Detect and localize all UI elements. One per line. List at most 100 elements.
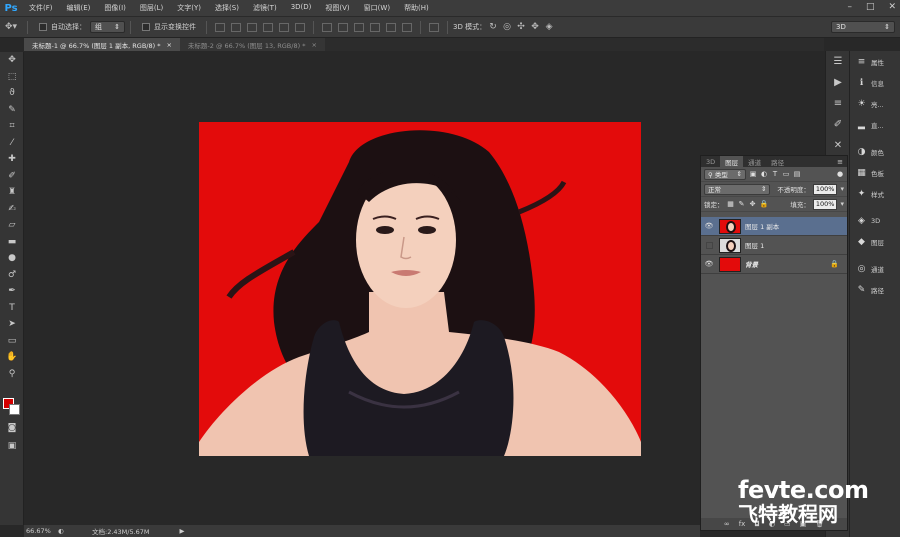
panel-dock-item[interactable]: ✦ 样式 (850, 183, 900, 204)
menu-item[interactable]: 视图(V) (318, 3, 356, 13)
3d-scale-icon[interactable]: ◈ (542, 21, 556, 33)
align-top-icon[interactable] (215, 22, 225, 32)
link-layers-icon[interactable]: ∞ (724, 520, 730, 528)
opacity-input[interactable]: 100% (812, 183, 838, 195)
dodge-tool-icon[interactable]: ♂ (0, 267, 24, 284)
lock-transparent-icon[interactable]: ▦ (727, 200, 735, 208)
distribute-top-icon[interactable] (322, 22, 332, 32)
visibility-eye-icon[interactable]: 👁 (701, 260, 717, 268)
maximize-icon[interactable]: □ (866, 2, 875, 12)
auto-align-icon[interactable] (429, 22, 439, 32)
fill-dropdown-icon[interactable]: ▾ (840, 200, 844, 208)
layer-row[interactable]: 👁 图层 1 副本 (701, 217, 847, 236)
close-icon[interactable]: ✕ (888, 2, 896, 12)
clone-stamp-tool-icon[interactable]: ♜ (0, 184, 24, 201)
3d-slide-icon[interactable]: ✥ (528, 21, 542, 33)
panel-dock-item[interactable]: ℹ 信息 (850, 72, 900, 93)
panel-dock-item[interactable]: ≡ 属性 (850, 51, 900, 72)
menu-item[interactable]: 文件(F) (22, 3, 60, 13)
distribute-vcenter-icon[interactable] (338, 22, 348, 32)
tab-3d[interactable]: 3D (701, 156, 720, 167)
lock-position-icon[interactable]: ✥ (749, 200, 757, 208)
distribute-hcenter-icon[interactable] (386, 22, 396, 32)
menu-item[interactable]: 帮助(H) (397, 3, 436, 13)
status-menu-arrow-icon[interactable]: ▶ (180, 527, 185, 535)
filter-type-dropdown[interactable]: ⚲ 类型 ⇕ (704, 168, 746, 180)
close-tab-icon[interactable]: × (311, 41, 316, 49)
shape-tool-icon[interactable]: ▭ (0, 333, 24, 350)
distribute-bottom-icon[interactable] (354, 22, 364, 32)
blur-tool-icon[interactable]: ● (0, 250, 24, 267)
quick-mask-icon[interactable]: ◙ (0, 420, 24, 437)
panel-dock-item[interactable]: ◆ 图层 (850, 231, 900, 252)
menu-item[interactable]: 滤镜(T) (246, 3, 284, 13)
pen-tool-icon[interactable]: ✒ (0, 283, 24, 300)
path-select-tool-icon[interactable]: ➤ (0, 316, 24, 333)
quick-select-tool-icon[interactable]: ✎ (0, 102, 24, 119)
opacity-dropdown-icon[interactable]: ▾ (840, 185, 844, 193)
visibility-eye-icon[interactable]: 👁 (701, 222, 717, 230)
menu-item[interactable]: 3D(D) (284, 3, 319, 13)
menu-item[interactable]: 文字(Y) (170, 3, 208, 13)
menu-item[interactable]: 图像(I) (97, 3, 133, 13)
lock-image-icon[interactable]: ✎ (738, 200, 746, 208)
eraser-tool-icon[interactable]: ▱ (0, 217, 24, 234)
healing-brush-tool-icon[interactable]: ✚ (0, 151, 24, 168)
panel-dock-item[interactable]: ▦ 色板 (850, 162, 900, 183)
marquee-tool-icon[interactable]: ⬚ (0, 69, 24, 86)
align-left-icon[interactable] (263, 22, 273, 32)
filter-smart-object-icon[interactable]: ▤ (793, 170, 801, 178)
type-tool-icon[interactable]: T (0, 300, 24, 317)
align-vcenter-icon[interactable] (231, 22, 241, 32)
actions-icon[interactable]: ▶ (826, 72, 850, 93)
background-color-swatch[interactable] (9, 404, 20, 415)
fill-input[interactable]: 100% (812, 198, 838, 210)
panel-dock-item[interactable]: ◎ 通道 (850, 258, 900, 279)
gradient-tool-icon[interactable]: ▬ (0, 234, 24, 251)
close-tab-icon[interactable]: × (166, 41, 171, 49)
menu-item[interactable]: 编辑(E) (60, 3, 98, 13)
layer-row[interactable]: 👁 背景 🔒 (701, 255, 847, 274)
tab-channels[interactable]: 通道 (743, 156, 766, 167)
filter-type-icon[interactable]: T (771, 170, 779, 178)
align-hcenter-icon[interactable] (279, 22, 289, 32)
panel-dock-item[interactable]: ✎ 路径 (850, 279, 900, 300)
panel-dock-item[interactable]: ◈ 3D (850, 210, 900, 231)
menu-item[interactable]: 图层(L) (133, 3, 170, 13)
screen-mode-icon[interactable]: ▣ (0, 438, 24, 455)
document-canvas[interactable] (199, 122, 641, 456)
3d-drag-icon[interactable]: ✣ (514, 21, 528, 33)
align-right-icon[interactable] (295, 22, 305, 32)
auto-select-dropdown[interactable]: 组 ⇕ (90, 21, 125, 33)
move-tool-icon[interactable]: ✥ (0, 52, 24, 69)
blend-mode-dropdown[interactable]: 正常 ⇕ (704, 183, 771, 195)
tab-paths[interactable]: 路径 (766, 156, 789, 167)
filter-shape-icon[interactable]: ▭ (782, 170, 790, 178)
panel-dock-item[interactable]: ▂ 直... (850, 114, 900, 135)
filter-toggle-icon[interactable]: ● (836, 170, 844, 178)
document-tab-2[interactable]: 未标题-2 @ 66.7% (图层 13, RGB/8) * × (179, 38, 325, 51)
3d-roll-icon[interactable]: ◎ (500, 21, 514, 33)
tab-layers[interactable]: 图层 (720, 156, 744, 167)
brush-presets-icon[interactable]: ✐ (826, 114, 850, 135)
brush-tool-icon[interactable]: ✐ (0, 168, 24, 185)
lasso-tool-icon[interactable]: ϑ (0, 85, 24, 102)
tool-presets-icon[interactable]: ✕ (826, 135, 850, 156)
show-transform-checkbox[interactable] (142, 23, 150, 31)
align-bottom-icon[interactable] (247, 22, 257, 32)
distribute-left-icon[interactable] (370, 22, 380, 32)
filter-adjustment-icon[interactable]: ◐ (760, 170, 768, 178)
zoom-tool-icon[interactable]: ⚲ (0, 366, 24, 383)
history-brush-tool-icon[interactable]: ✍ (0, 201, 24, 218)
move-tool-preset-icon[interactable]: ✥▾ (0, 21, 22, 33)
distribute-right-icon[interactable] (402, 22, 412, 32)
document-tab-1[interactable]: 未标题-1 @ 66.7% (图层 1 副本, RGB/8) * × (24, 38, 180, 51)
visibility-toggle-off[interactable] (701, 236, 717, 255)
minimize-icon[interactable]: – (847, 2, 852, 12)
panel-menu-icon[interactable]: ≡ (837, 156, 847, 167)
workspace-dropdown[interactable]: 3D ⇕ (831, 21, 895, 33)
history-icon[interactable]: ☰ (826, 51, 850, 72)
menu-item[interactable]: 窗口(W) (357, 3, 397, 13)
layer-row[interactable]: 图层 1 (701, 236, 847, 255)
lock-all-icon[interactable]: 🔒 (760, 200, 769, 208)
